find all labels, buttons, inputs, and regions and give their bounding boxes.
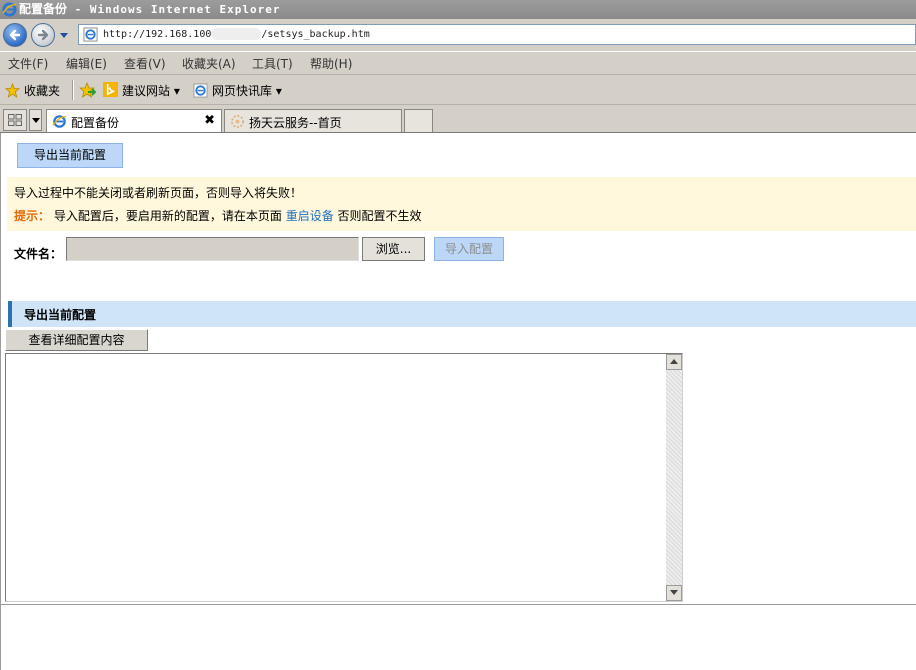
content-left-border — [0, 133, 1, 670]
menu-favorites[interactable]: 收藏夹(A) — [182, 55, 236, 72]
scroll-down-arrow-icon — [670, 590, 678, 595]
import-config-button[interactable]: 导入配置 — [434, 237, 504, 261]
tab-label: 配置备份 — [71, 116, 120, 130]
favorites-star-icon — [5, 83, 20, 98]
favorites-bar: 收藏夹 建议网站 ▾ 网页快讯库 ▾ — [0, 74, 916, 105]
window-title: 配置备份 - Windows Internet Explorer — [19, 0, 280, 19]
tab-list-dropdown[interactable] — [29, 109, 42, 131]
url-prefix: http://192.168.100 — [103, 29, 212, 40]
ie-logo-icon — [2, 2, 17, 17]
tab-yangtian-cloud[interactable]: 扬天云服务--首页 — [224, 109, 402, 133]
import-tip-text: 提示： 导入配置后，要启用新的配置，请在本页面 重启设备 否则配置不生效 — [14, 207, 422, 224]
menu-file[interactable]: 文件(F) — [8, 55, 48, 72]
import-warning-text: 导入过程中不能关闭或者刷新页面，否则导入将失败！ — [14, 186, 303, 200]
menu-tools[interactable]: 工具(T) — [252, 55, 293, 72]
scroll-up-button[interactable] — [666, 354, 682, 370]
tip-label: 提示： — [14, 209, 51, 223]
back-button[interactable] — [3, 23, 27, 47]
suggested-sites-link[interactable]: 建议网站 ▾ — [122, 82, 180, 99]
favorites-button[interactable]: 收藏夹 — [24, 82, 60, 99]
chevron-down-icon — [32, 118, 40, 123]
tab-config-backup[interactable]: 配置备份 ✖ — [46, 109, 222, 133]
export-current-config-button[interactable]: 导出当前配置 — [17, 143, 123, 168]
page-divider — [0, 604, 916, 605]
scroll-up-arrow-icon — [670, 359, 678, 364]
page-content: 导出当前配置 导入过程中不能关闭或者刷新页面，否则导入将失败！ 提示： 导入配置… — [0, 132, 916, 670]
file-name-label: 文件名： — [14, 247, 63, 261]
menu-bar: 文件(F) 编辑(E) 查看(V) 收藏夹(A) 工具(T) 帮助(H) — [0, 51, 916, 74]
menu-edit[interactable]: 编辑(E) — [66, 55, 107, 72]
import-notice-box: 导入过程中不能关闭或者刷新页面，否则导入将失败！ 提示： 导入配置后，要启用新的… — [7, 177, 916, 231]
page-ie-icon — [83, 27, 98, 42]
favorites-separator — [72, 80, 74, 100]
url-suffix: /setsys_backup.htm — [261, 29, 370, 40]
navigation-bar: http://192.168.100/setsys_backup.htm — [0, 19, 916, 51]
window-title-page: 配置备份 — [19, 2, 68, 16]
menu-view[interactable]: 查看(V) — [124, 55, 166, 72]
address-url[interactable]: http://192.168.100/setsys_backup.htm — [103, 25, 370, 45]
redacted-ip-segment — [211, 28, 262, 40]
web-slice-gallery-link[interactable]: 网页快讯库 ▾ — [212, 82, 282, 99]
menu-help[interactable]: 帮助(H) — [310, 55, 352, 72]
bing-icon — [103, 82, 118, 97]
web-slice-ie-icon — [193, 83, 208, 98]
new-tab-button[interactable] — [404, 109, 433, 133]
quick-tabs-grid-icon — [8, 114, 22, 126]
tab-label: 扬天云服务--首页 — [249, 116, 342, 130]
tab-close-icon[interactable]: ✖ — [204, 113, 215, 128]
recent-pages-dropdown-icon[interactable] — [59, 30, 69, 40]
add-to-favorites-bar-icon[interactable] — [79, 82, 96, 98]
vertical-scrollbar[interactable] — [666, 354, 682, 601]
back-arrow-icon — [9, 29, 21, 41]
forward-button[interactable] — [31, 23, 55, 47]
file-path-input[interactable] — [66, 237, 359, 261]
tab-bar: 配置备份 ✖ 扬天云服务--首页 — [0, 104, 916, 133]
view-detail-config-button[interactable]: 查看详细配置内容 — [5, 329, 148, 351]
forward-arrow-icon — [37, 29, 49, 41]
export-section-header: 导出当前配置 — [8, 301, 916, 327]
scroll-down-button[interactable] — [666, 585, 682, 601]
window-title-app: - Windows Internet Explorer — [67, 3, 281, 16]
tip-text-before: 导入配置后，要启用新的配置，请在本页面 — [53, 209, 282, 223]
quick-tabs-button[interactable] — [3, 109, 27, 131]
tab-loading-icon — [231, 115, 244, 128]
config-content-textarea[interactable] — [5, 353, 683, 602]
reboot-device-link[interactable]: 重启设备 — [286, 209, 334, 223]
address-bar[interactable]: http://192.168.100/setsys_backup.htm — [78, 24, 916, 45]
tab-ie-icon — [52, 115, 67, 128]
tip-text-after: 否则配置不生效 — [337, 209, 422, 223]
window-title-bar: 配置备份 - Windows Internet Explorer — [0, 0, 916, 19]
browse-button[interactable]: 浏览... — [362, 237, 425, 261]
section-title: 导出当前配置 — [24, 308, 97, 322]
